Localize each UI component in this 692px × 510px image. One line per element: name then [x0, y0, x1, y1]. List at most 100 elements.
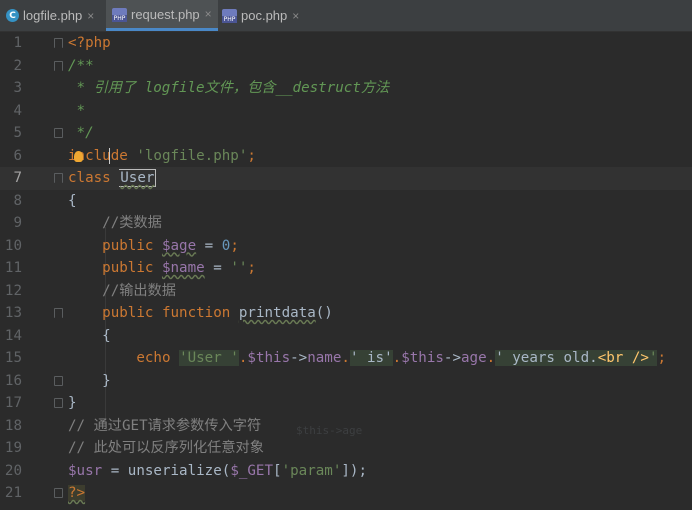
code-line: 21 ?> — [0, 482, 692, 505]
code-line: 8 { — [0, 190, 692, 213]
close-icon[interactable]: × — [292, 9, 299, 23]
code-token: //输出数据 — [68, 282, 176, 299]
code-token: { — [68, 327, 111, 344]
code-line: 2 /** — [0, 55, 692, 78]
code-line: 16 } — [0, 370, 692, 393]
code-line-current: 7 class User — [0, 167, 692, 190]
c-file-icon: C — [6, 9, 19, 22]
code-token: 'logfile.php' — [136, 147, 248, 164]
code-token: . — [341, 350, 350, 366]
code-token: $age — [161, 237, 197, 254]
code-line: 19 // 此处可以反序列化任意对象 — [0, 437, 692, 460]
fold-icon[interactable] — [54, 488, 63, 498]
code-line: 15 echo 'User '.$this->name.' is'.$this-… — [0, 347, 692, 370]
line-number: 8 — [13, 192, 22, 209]
editor-tab-bar: C logfile.php × request.php × poc.php × — [0, 0, 692, 32]
tab-logfile-php[interactable]: C logfile.php × — [6, 0, 94, 31]
fold-icon[interactable] — [54, 173, 63, 183]
tab-request-php[interactable]: request.php × — [106, 0, 218, 31]
code-token: function — [161, 305, 231, 321]
code-line: 4 * — [0, 100, 692, 123]
code-token: echo — [136, 350, 171, 366]
code-token: ?> — [68, 485, 86, 501]
code-token: } — [68, 395, 77, 411]
code-token: () — [315, 305, 333, 321]
line-number: 4 — [13, 102, 22, 119]
line-number: 14 — [4, 327, 22, 344]
code-token: public — [102, 237, 154, 254]
close-icon[interactable]: × — [87, 9, 94, 23]
line-number: 10 — [4, 237, 22, 254]
code-token: // 此处可以反序列化任意对象 — [68, 440, 264, 456]
line-number: 7 — [13, 170, 22, 186]
code-token: ; — [230, 237, 239, 254]
code-token: // 通过GET请求参数传入字符 — [68, 417, 262, 434]
code-editor[interactable]: 1 <?php 2 /** 3 * 引用了 logfile文件，包含__dest… — [0, 32, 692, 510]
close-icon[interactable]: × — [205, 7, 212, 21]
code-token: */ — [68, 125, 94, 141]
code-token: /** — [68, 57, 94, 74]
code-line: 3 * 引用了 logfile文件，包含__destruct方法 — [0, 77, 692, 100]
code-token: '' — [230, 260, 248, 276]
ghost-text: $this->age — [296, 424, 363, 437]
code-token: //类数据 — [68, 215, 162, 231]
code-token: -> — [290, 350, 308, 366]
code-line: 5 */ — [0, 122, 692, 145]
code-token: 'User ' — [179, 350, 239, 366]
code-token: } — [68, 372, 111, 389]
code-token: <?php — [68, 35, 111, 51]
code-token: -> — [443, 350, 462, 366]
code-token: User — [119, 169, 157, 187]
code-token: $this — [401, 350, 444, 366]
code-token: { — [68, 192, 77, 209]
code-token: public — [102, 260, 154, 276]
code-token: ' years old. — [495, 350, 598, 366]
line-number: 20 — [4, 462, 22, 479]
code-token: <br /> — [597, 350, 649, 366]
code-token: printdata — [238, 305, 316, 321]
line-number: 9 — [13, 215, 22, 231]
code-token: $usr — [68, 462, 103, 479]
code-line: 10 public $age = 0; — [0, 235, 692, 258]
tab-poc-php[interactable]: poc.php × — [222, 0, 299, 31]
line-number: 17 — [4, 395, 22, 411]
line-number: 3 — [13, 80, 22, 96]
code-line: 20 $usr = unserialize($_GET['param']); — [0, 460, 692, 483]
code-line: 1 <?php — [0, 32, 692, 55]
line-number: 16 — [4, 372, 22, 389]
code-token: $this — [247, 350, 291, 366]
line-number: 19 — [4, 440, 22, 456]
code-line: 13 public function printdata() — [0, 302, 692, 325]
php-file-icon — [112, 7, 127, 22]
text-cursor-icon — [109, 147, 110, 164]
fold-icon[interactable] — [54, 398, 63, 408]
fold-icon[interactable] — [54, 38, 63, 48]
line-number: 5 — [13, 125, 22, 141]
fold-icon[interactable] — [54, 308, 63, 318]
code-token: [ — [273, 462, 282, 479]
code-line: 12 //输出数据 — [0, 280, 692, 303]
code-line: 9 //类数据 — [0, 212, 692, 235]
line-number: 6 — [13, 147, 22, 164]
code-token: class — [68, 170, 111, 186]
fold-icon[interactable] — [54, 375, 63, 386]
lightbulb-icon[interactable] — [74, 150, 83, 162]
line-number: 15 — [4, 350, 22, 366]
tab-label: poc.php — [241, 8, 288, 23]
code-token: ; — [657, 350, 667, 366]
code-token: = — [204, 260, 231, 276]
fold-icon[interactable] — [54, 60, 63, 71]
tab-label: logfile.php — [23, 8, 83, 23]
code-token: = — [102, 462, 128, 479]
fold-icon[interactable] — [54, 128, 63, 138]
code-token: public — [102, 305, 154, 321]
code-token: 'param' — [281, 462, 342, 479]
